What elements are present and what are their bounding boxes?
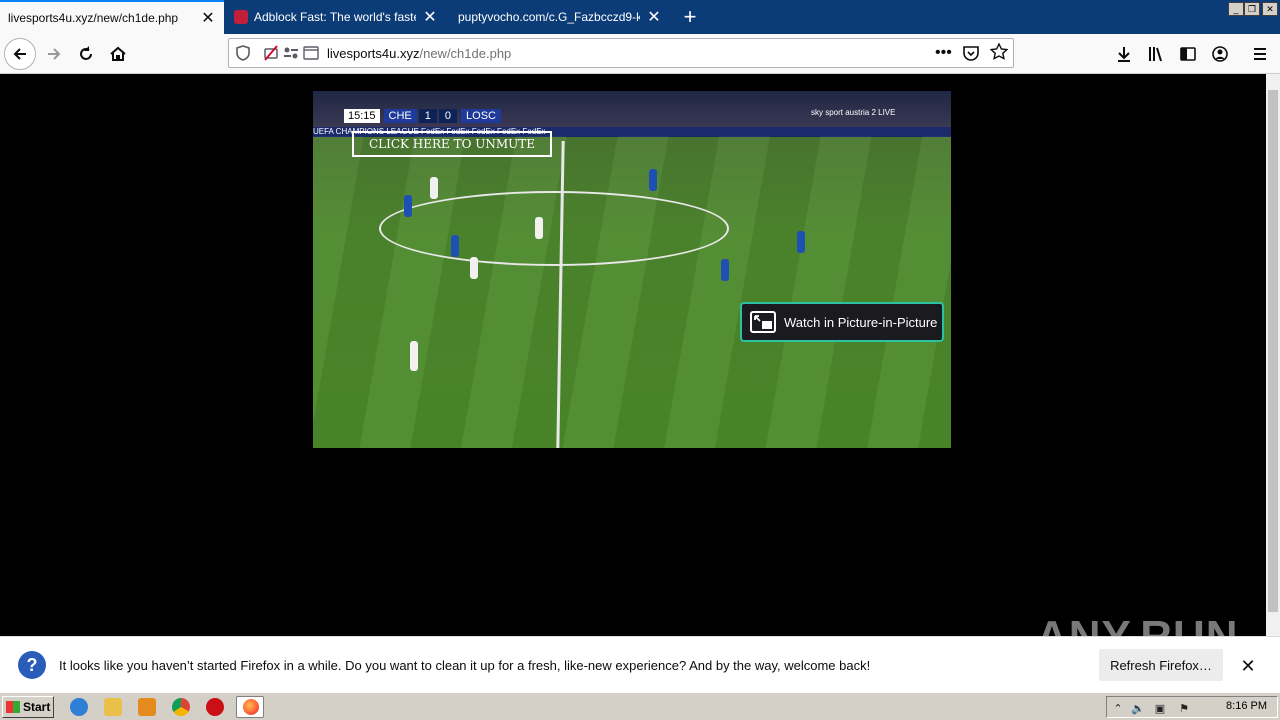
match-clock: 15:15 [344,109,380,123]
windows-taskbar: Start ⌃ 🔈 ▣ ⚑ 8:16 PM [0,692,1280,720]
refresh-firefox-button[interactable]: Refresh Firefox… [1099,649,1223,681]
action-center-flag-icon[interactable]: ⚑ [1177,701,1191,715]
url-host: livesports4u.xyz [327,46,420,61]
player [721,259,729,281]
blocked-camera-icon[interactable] [263,45,279,61]
player [430,177,438,199]
media-player-icon[interactable] [138,698,156,716]
url-text[interactable]: livesports4u.xyz/new/ch1de.php [327,46,511,61]
show-hidden-icons-icon[interactable]: ⌃ [1111,701,1125,715]
minimize-icon[interactable]: _ [1228,2,1244,16]
pitch [313,136,951,448]
player [649,169,657,191]
tab-puptyvocho[interactable]: puptyvocho.com/c.G_Fazbcczd9-kfag ✕ [450,0,670,34]
opera-icon[interactable] [206,698,224,716]
player [797,231,805,253]
back-arrow-icon[interactable] [4,38,36,70]
center-circle [379,191,729,266]
close-icon[interactable]: ✕ [646,9,662,26]
tab-adblock[interactable]: Adblock Fast: The world's fastest a ✕ [226,0,446,34]
tab-title: puptyvocho.com/c.G_Fazbcczd9-kfag [458,10,640,24]
taskbar-clock[interactable]: 8:16 PM [1226,700,1267,712]
unmute-button[interactable]: CLICK HERE TO UNMUTE [352,131,552,157]
chrome-icon[interactable] [172,698,190,716]
notification-message: It looks like you haven’t started Firefo… [59,658,871,673]
away-team: LOSC [461,109,501,123]
adblock-favicon-icon [234,10,248,24]
vertical-scrollbar[interactable] [1266,74,1280,636]
player [535,217,543,239]
away-score: 0 [438,109,458,123]
navigation-toolbar: livesports4u.xyz/new/ch1de.php ••• [0,34,1280,74]
broadcaster-logo: sky sport austria 2 LIVE [811,108,896,117]
start-label: Start [23,700,51,714]
refresh-notification-bar: ? It looks like you haven’t started Fire… [0,636,1280,692]
tab-title: livesports4u.xyz/new/ch1de.php [8,11,179,25]
window-close-icon[interactable]: ✕ [1262,2,1278,16]
player [470,257,478,279]
bookmark-star-icon[interactable] [989,42,1009,61]
reload-icon[interactable] [70,38,102,70]
scoreboard: 15:15 CHE 1 0 LOSC [344,108,501,124]
sidebar-icon[interactable] [1172,38,1204,70]
tab-livesports[interactable]: livesports4u.xyz/new/ch1de.php ✕ [0,0,224,34]
internet-explorer-icon[interactable] [70,698,88,716]
new-tab-plus-icon[interactable]: + [676,4,704,30]
more-actions-icon[interactable]: ••• [935,44,952,62]
close-icon[interactable]: ✕ [422,9,438,26]
home-icon[interactable] [102,38,134,70]
video-player[interactable]: UEFA CHAMPIONS LEAGUE FedEx FedEx FedEx … [313,91,951,448]
restore-icon[interactable]: ❐ [1244,2,1260,16]
home-team: CHE [383,109,417,123]
system-tray: ⌃ 🔈 ▣ ⚑ 8:16 PM [1106,696,1278,718]
windows-logo-icon [6,701,20,713]
forward-arrow-icon[interactable] [38,38,70,70]
home-score: 1 [418,109,437,123]
network-icon[interactable]: ▣ [1153,701,1167,715]
scrollbar-thumb[interactable] [1268,90,1278,612]
start-button[interactable]: Start [2,696,54,718]
shield-icon[interactable] [235,45,251,61]
file-explorer-icon[interactable] [104,698,122,716]
player [451,235,459,257]
permissions-icon[interactable] [283,46,299,60]
menu-hamburger-icon[interactable] [1244,38,1276,70]
page-icon [303,46,319,60]
pip-label: Watch in Picture-in-Picture [784,314,938,330]
question-icon: ? [18,651,46,679]
player [410,341,418,371]
pocket-icon[interactable] [962,44,980,62]
download-icon[interactable] [1108,38,1140,70]
library-icon[interactable] [1140,38,1172,70]
tab-title: Adblock Fast: The world's fastest a [254,10,416,24]
account-icon[interactable] [1204,38,1236,70]
url-bar[interactable]: livesports4u.xyz/new/ch1de.php ••• [228,38,1014,68]
tab-strip: livesports4u.xyz/new/ch1de.php ✕ Adblock… [0,0,1280,34]
picture-in-picture-icon [750,311,776,333]
player [404,195,412,217]
firefox-icon[interactable] [236,696,264,718]
close-icon[interactable]: ✕ [1238,656,1258,676]
volume-icon[interactable]: 🔈 [1131,701,1145,715]
url-path: /new/ch1de.php [419,46,512,61]
close-icon[interactable]: ✕ [200,10,216,27]
page-content: UEFA CHAMPIONS LEAGUE FedEx FedEx FedEx … [0,74,1266,636]
picture-in-picture-button[interactable]: Watch in Picture-in-Picture [740,302,944,342]
